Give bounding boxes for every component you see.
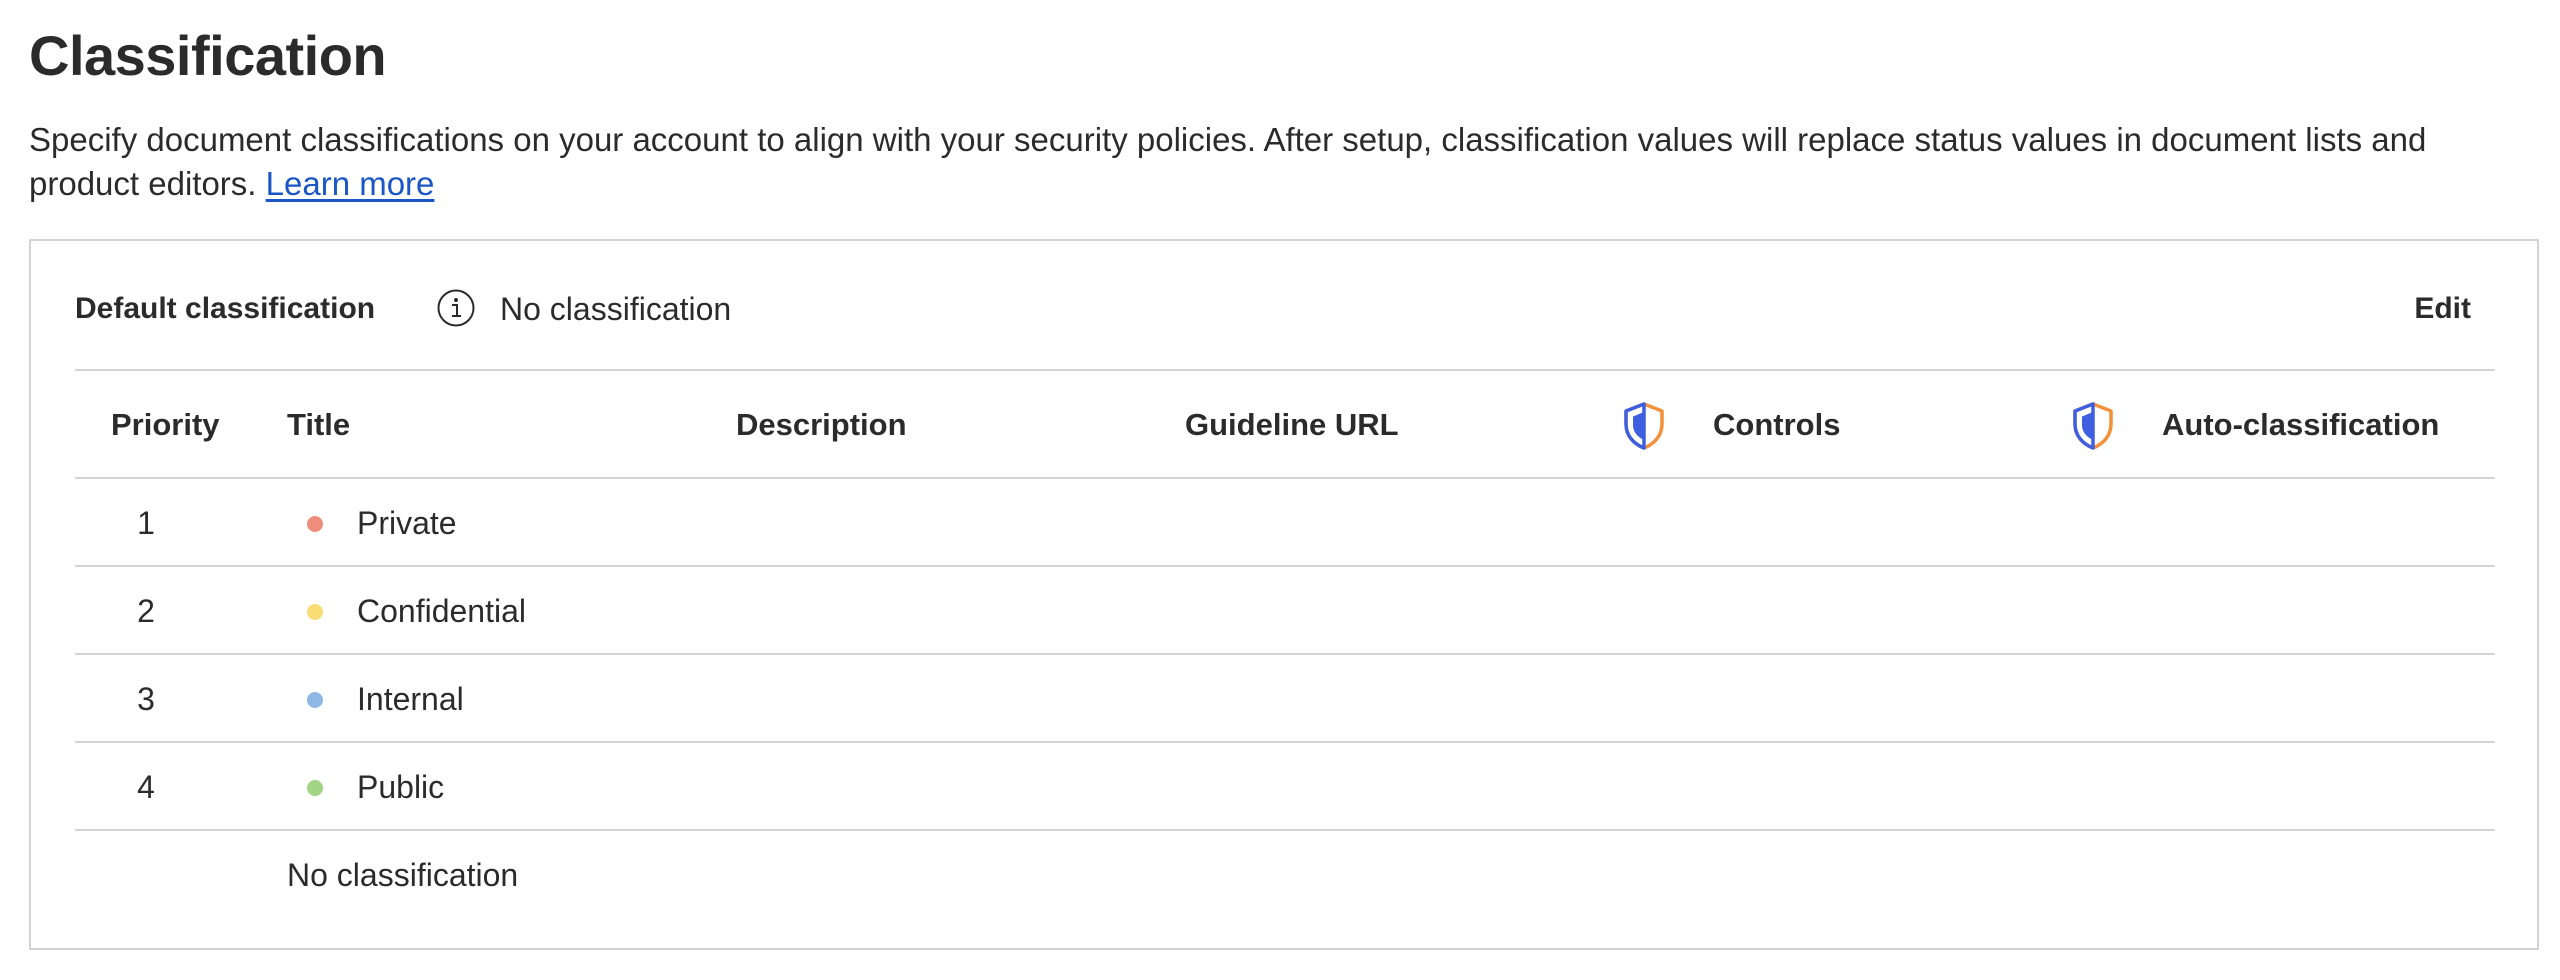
shield-icon bbox=[1622, 401, 1666, 451]
status-dot bbox=[307, 692, 323, 708]
default-classification-value: No classification bbox=[500, 291, 732, 327]
default-classification-row: Default classification No classification… bbox=[75, 241, 2495, 371]
priority-cell: 1 bbox=[137, 505, 155, 541]
title-cell: Confidential bbox=[357, 593, 526, 629]
priority-cell: 2 bbox=[137, 593, 155, 629]
column-header-description: Description bbox=[736, 407, 907, 442]
default-classification-label: Default classification bbox=[75, 292, 376, 325]
shield-icon bbox=[2071, 401, 2115, 451]
classification-table: Priority Title Description Guideline URL… bbox=[75, 371, 2495, 919]
table-header: Priority Title Description Guideline URL… bbox=[75, 371, 2495, 479]
table-row-no-classification: No classification bbox=[75, 831, 2495, 919]
priority-cell: 3 bbox=[137, 681, 155, 717]
status-dot bbox=[307, 516, 323, 532]
table-row[interactable]: 2 Confidential bbox=[75, 567, 2495, 655]
table-row[interactable]: 3 Internal bbox=[75, 655, 2495, 743]
edit-button[interactable]: Edit bbox=[2414, 291, 2471, 327]
table-row[interactable]: 1 Private bbox=[75, 479, 2495, 567]
column-header-priority: Priority bbox=[111, 407, 220, 442]
column-header-controls: Controls bbox=[1713, 407, 1841, 442]
title-cell: No classification bbox=[287, 857, 519, 893]
column-header-guideline-url: Guideline URL bbox=[1185, 407, 1399, 442]
info-icon[interactable] bbox=[436, 288, 476, 328]
table-row[interactable]: 4 Public bbox=[75, 743, 2495, 831]
classification-page: Classification Specify document classifi… bbox=[0, 0, 2560, 980]
classification-panel: Default classification No classification… bbox=[29, 239, 2539, 950]
page-description: Specify document classifications on your… bbox=[29, 118, 2529, 206]
column-header-auto-classification: Auto-classification bbox=[2162, 407, 2440, 442]
title-cell: Internal bbox=[357, 681, 464, 717]
priority-cell: 4 bbox=[137, 769, 155, 805]
learn-more-link[interactable]: Learn more bbox=[266, 165, 435, 202]
status-dot bbox=[307, 604, 323, 620]
title-cell: Private bbox=[357, 505, 457, 541]
column-header-title: Title bbox=[287, 407, 351, 442]
title-cell: Public bbox=[357, 769, 445, 805]
page-title: Classification bbox=[29, 24, 387, 87]
status-dot bbox=[307, 780, 323, 796]
